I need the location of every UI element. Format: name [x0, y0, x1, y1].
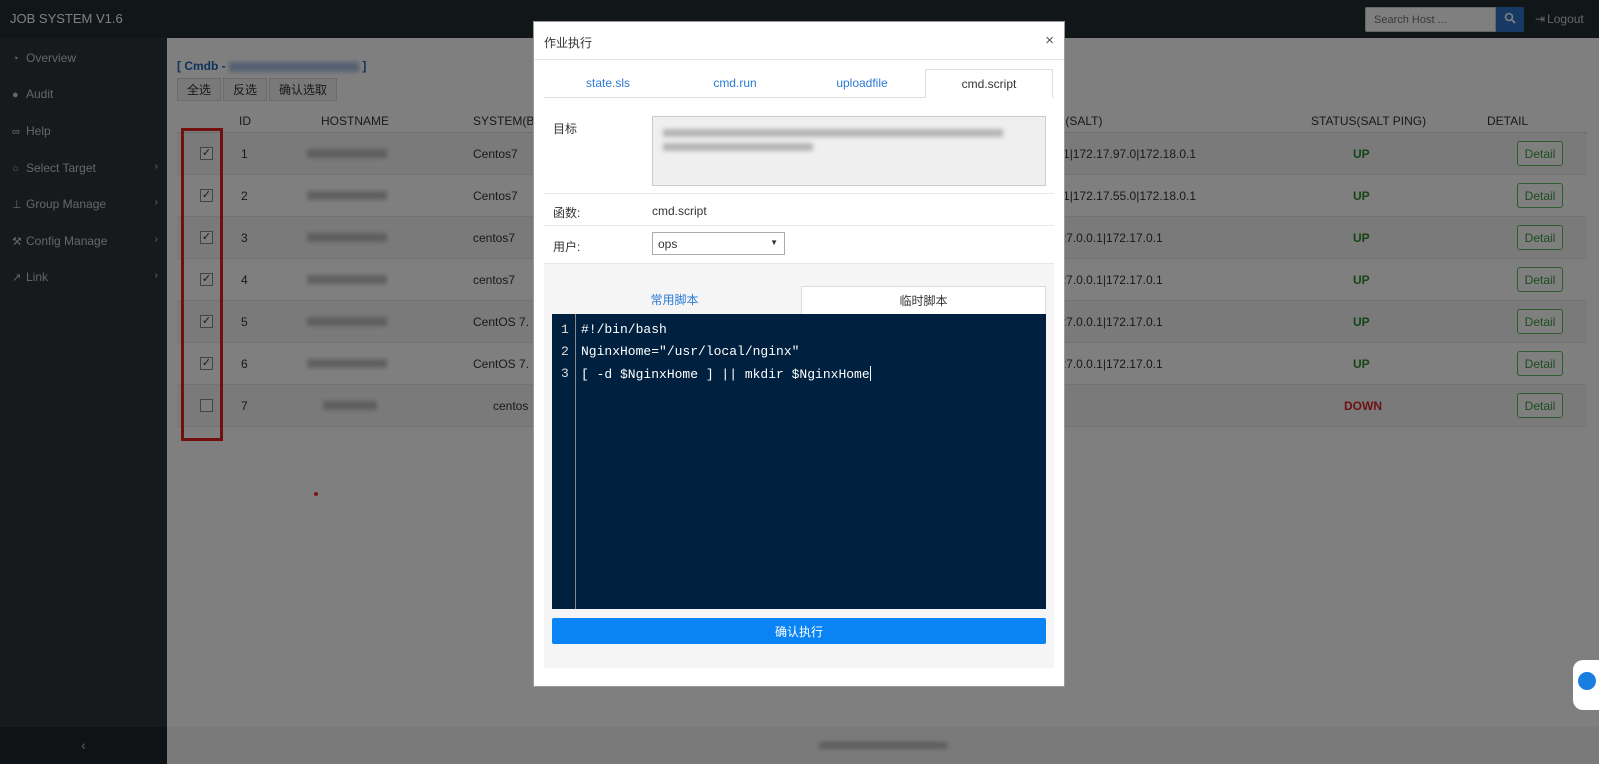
- user-row: 用户: ops ▼: [544, 226, 1054, 264]
- tab-temp-script[interactable]: 临时脚本: [801, 286, 1046, 314]
- dialog-header-divider: [534, 59, 1064, 60]
- dialog-title: 作业执行: [544, 36, 593, 50]
- execute-button[interactable]: 确认执行: [552, 618, 1046, 644]
- function-tabs: state.sls cmd.run uploadfile cmd.script: [544, 69, 1054, 98]
- code-line: [ -d $NginxHome ] || mkdir $NginxHome: [581, 367, 870, 382]
- target-textarea[interactable]: [652, 116, 1046, 186]
- target-row: 目标: [544, 108, 1054, 194]
- tab-cmd-run[interactable]: cmd.run: [671, 69, 799, 98]
- code-line: NginxHome="/usr/local/nginx": [581, 344, 800, 359]
- script-editor[interactable]: 1 2 3 #!/bin/bash NginxHome="/usr/local/…: [552, 314, 1046, 609]
- target-label: 目标: [553, 122, 578, 136]
- script-tabs: 常用脚本 临时脚本: [552, 286, 1046, 314]
- tab-state-sls[interactable]: state.sls: [544, 69, 672, 98]
- function-row: 函数: cmd.script: [544, 194, 1054, 226]
- function-value: cmd.script: [652, 204, 707, 218]
- code-line: #!/bin/bash: [581, 322, 667, 337]
- user-select[interactable]: ops ▼: [652, 232, 785, 255]
- line-number: 3: [561, 366, 569, 381]
- job-execute-dialog: 作业执行 × state.sls cmd.run uploadfile cmd.…: [533, 21, 1065, 687]
- function-label: 函数:: [553, 206, 581, 220]
- user-label: 用户:: [553, 240, 581, 254]
- line-number: 1: [561, 322, 569, 337]
- tab-cmd-script[interactable]: cmd.script: [925, 69, 1053, 98]
- tab-common-script[interactable]: 常用脚本: [552, 286, 797, 314]
- line-number: 2: [561, 344, 569, 359]
- dropdown-arrow-icon: ▼: [770, 238, 778, 247]
- code-line-with-cursor: [ -d $NginxHome ] || mkdir $NginxHome: [581, 366, 871, 382]
- close-button[interactable]: ×: [1045, 32, 1054, 49]
- tab-uploadfile[interactable]: uploadfile: [798, 69, 926, 98]
- user-select-value: ops: [658, 237, 678, 251]
- teamviewer-icon[interactable]: [1573, 660, 1599, 710]
- text-cursor: [869, 366, 871, 381]
- dialog-form-panel: 目标 函数: cmd.script 用户: ops ▼ 常用脚本 临时脚本 1 2…: [544, 108, 1054, 668]
